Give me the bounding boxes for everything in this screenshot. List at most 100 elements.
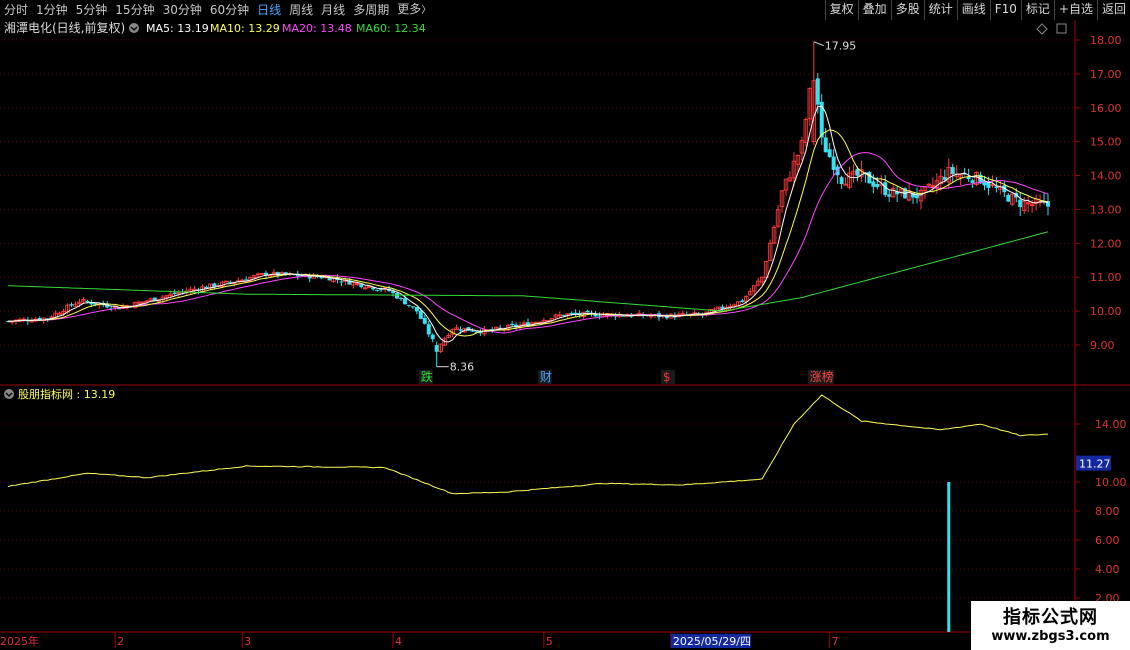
candle <box>1018 199 1023 208</box>
candle <box>395 293 400 299</box>
candle <box>398 297 403 299</box>
candle <box>430 334 435 340</box>
stock-title: 湘潭电化(日线,前复权) <box>4 20 125 35</box>
price-tick-label: 11.00 <box>1090 271 1122 284</box>
candle <box>950 167 955 175</box>
candle <box>410 306 415 308</box>
candle <box>212 283 217 287</box>
time-label-4: 5 <box>546 635 553 648</box>
candle <box>815 78 820 105</box>
time-label-6: 7 <box>832 635 839 648</box>
price-tick-label: 14.00 <box>1090 170 1122 183</box>
candle <box>994 186 999 189</box>
candle <box>458 329 463 331</box>
period-tab-0[interactable]: 分时 <box>0 0 32 20</box>
ma-legend-0: MA5: 13.19 <box>146 22 209 35</box>
candle <box>359 284 364 288</box>
candle <box>720 306 725 309</box>
candle <box>569 312 574 314</box>
high-price-marker: 17.95 <box>825 40 857 53</box>
period-tab-5[interactable]: 60分钟 <box>206 0 253 20</box>
candle <box>470 330 475 332</box>
toolbar-button-1[interactable]: 叠加 <box>857 0 891 20</box>
event-tag-1: 财 <box>540 370 552 384</box>
candle <box>875 184 880 188</box>
kline-chart[interactable]: 18.00 17.00 16.00 15.00 14.00 13.00 12.00 11.00… <box>0 20 1130 650</box>
period-tab-9[interactable]: 多周期 <box>349 0 393 20</box>
candle <box>915 195 920 199</box>
indicator-tick-label: 4.00 <box>1095 563 1120 576</box>
price-tick-label: 12.00 <box>1090 237 1122 250</box>
period-tab-7[interactable]: 周线 <box>285 0 317 20</box>
price-tick-label: 15.00 <box>1090 136 1122 149</box>
time-label-1: 2 <box>117 635 124 648</box>
candle <box>839 177 844 185</box>
candle <box>887 194 892 197</box>
indicator-tick-label: 8.00 <box>1095 505 1120 518</box>
price-tick-label: 18.00 <box>1090 34 1122 47</box>
candle <box>831 156 836 170</box>
low-price-marker: 8.36 <box>450 361 475 374</box>
toolbar-right-buttons: 复权 叠加 多股 统计 画线 F10 标记 +自选 返回 <box>824 0 1130 20</box>
watermark-title: 指标公式网 <box>1003 606 1098 628</box>
event-tag-0: 跌 <box>421 369 433 384</box>
watermark-url: www.zbgs3.com <box>991 628 1110 644</box>
candle <box>871 181 876 187</box>
price-tick-label: 9.00 <box>1090 339 1115 352</box>
toolbar: 分时 1分钟 5分钟 15分钟 30分钟 60分钟 日线 周线 月线 多周期 更多〉 复权 叠加 多股统… <box>0 0 1130 21</box>
toolbar-button-0[interactable]: 复权 <box>824 0 858 20</box>
event-tag-2: $ <box>663 370 671 384</box>
period-tab-4[interactable]: 30分钟 <box>159 0 206 20</box>
period-tab-3[interactable]: 15分钟 <box>111 0 158 20</box>
time-label-0: 2025年 <box>0 634 39 648</box>
candle <box>422 318 427 324</box>
candle <box>85 300 90 303</box>
candle <box>621 315 626 317</box>
candle <box>418 310 423 319</box>
candle <box>69 304 74 306</box>
candle <box>228 281 233 283</box>
candle <box>597 315 602 317</box>
candle <box>414 306 419 312</box>
candle <box>339 281 344 283</box>
period-tab-8[interactable]: 月线 <box>317 0 349 20</box>
candle <box>402 298 407 305</box>
candle <box>561 314 566 316</box>
toolbar-button-4[interactable]: 画线 <box>956 0 990 20</box>
candle <box>827 149 832 158</box>
candle <box>942 177 947 180</box>
period-tab-2[interactable]: 5分钟 <box>72 0 112 20</box>
indicator-tick-label: 14.00 <box>1095 418 1127 431</box>
candle <box>379 289 384 291</box>
price-tick-label: 10.00 <box>1090 305 1122 318</box>
watermark-logo: 指标公式网 www.zbgs3.com <box>971 601 1130 650</box>
current-value-label: 11.27 <box>1079 458 1111 471</box>
period-tab-10[interactable]: 更多〉 <box>393 0 435 21</box>
chart-background <box>0 20 1130 650</box>
toolbar-button-3[interactable]: 统计 <box>923 0 957 20</box>
toolbar-button-8[interactable]: 返回 <box>1096 0 1130 20</box>
candle <box>406 304 411 306</box>
ma-legend-3: MA60: 12.34 <box>356 22 426 35</box>
chevron-down-icon[interactable] <box>129 23 139 33</box>
toolbar-button-7[interactable]: +自选 <box>1053 0 1097 20</box>
indicator-title: 股朋指标网 : 13.19 <box>18 387 115 401</box>
ma-legend-1: MA10: 13.29 <box>210 22 280 35</box>
candle <box>855 168 860 176</box>
candle <box>510 323 515 326</box>
candle <box>986 182 991 188</box>
candle <box>375 289 380 291</box>
period-tab-1[interactable]: 1分钟 <box>32 0 72 20</box>
toolbar-button-2[interactable]: 多股 <box>890 0 924 20</box>
toolbar-button-6[interactable]: 标记 <box>1020 0 1054 20</box>
toolbar-button-5[interactable]: F10 <box>989 0 1021 20</box>
ma-legend-2: MA20: 13.48 <box>282 22 352 35</box>
indicator-tick-label: 6.00 <box>1095 534 1120 547</box>
period-tab-6[interactable]: 日线 <box>253 0 285 20</box>
candle <box>819 101 824 138</box>
candle <box>244 279 249 281</box>
candle <box>740 300 745 303</box>
candle <box>970 180 975 183</box>
chevron-down-icon[interactable] <box>4 389 14 399</box>
price-tick-label: 17.00 <box>1090 68 1122 81</box>
